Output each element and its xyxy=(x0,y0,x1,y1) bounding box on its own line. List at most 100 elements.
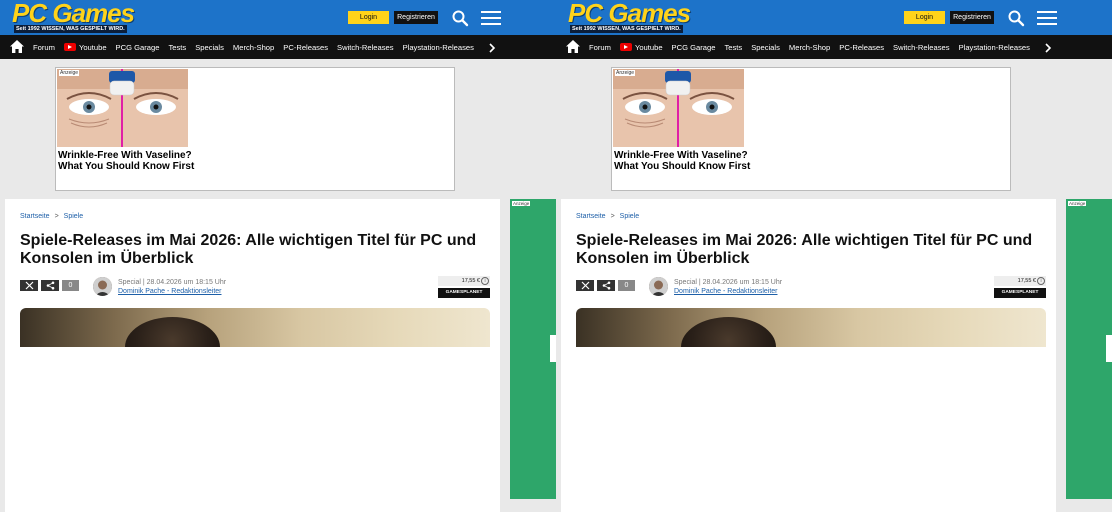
author-avatar[interactable] xyxy=(93,277,112,296)
site-header: PC Games Seit 1992 WISSEN, WAS GESPIELT … xyxy=(0,0,556,35)
ad-headline[interactable]: Wrinkle-Free With Vaseline? What You Sho… xyxy=(58,150,198,172)
main-nav: Forum Youtube PCG Garage Tests Specials … xyxy=(556,35,1112,59)
ad-image[interactable]: Anzeige xyxy=(613,69,744,147)
article-date: Special | 28.04.2026 um 18:15 Uhr xyxy=(118,279,227,286)
share-count: 0 xyxy=(62,280,79,291)
chevron-right-icon[interactable] xyxy=(488,41,496,53)
nav-items: Forum Youtube PCG Garage Tests Specials … xyxy=(589,35,1037,59)
nav-item-merch-shop[interactable]: Merch-Shop xyxy=(233,43,274,52)
hero-image[interactable] xyxy=(20,308,490,347)
share-count: 0 xyxy=(618,280,635,291)
logo-tagline: Seit 1992 WISSEN, WAS GESPIELT WIRD. xyxy=(570,25,683,33)
skyscraper-ad[interactable]: Anzeige xyxy=(510,199,556,499)
share-bar: 0 xyxy=(576,280,635,291)
price-widget[interactable]: 17,55 € i GAMESPLANET xyxy=(994,276,1046,298)
author-link[interactable]: Dominik Pache - Redaktionsleiter xyxy=(118,288,222,295)
nav-item-switch-releases[interactable]: Switch-Releases xyxy=(893,43,950,52)
register-button[interactable]: Registrieren xyxy=(950,11,994,24)
nav-item-label: Youtube xyxy=(78,42,107,52)
article-title: Spiele-Releases im Mai 2026: Alle wichti… xyxy=(576,232,1033,267)
share-bar: 0 xyxy=(20,280,79,291)
ad-slider-tab[interactable] xyxy=(1106,335,1112,362)
x-logo-icon xyxy=(581,281,589,290)
ad-label: Anzeige xyxy=(59,70,80,76)
register-button[interactable]: Registrieren xyxy=(394,11,438,24)
article-card: Startseite > Spiele Spiele-Releases im M… xyxy=(5,199,500,512)
page-panel-left: PC Games Seit 1992 WISSEN, WAS GESPIELT … xyxy=(0,0,556,512)
gamesplanet-logo[interactable]: GAMESPLANET xyxy=(994,288,1046,298)
site-logo[interactable]: PC Games Seit 1992 WISSEN, WAS GESPIELT … xyxy=(12,0,135,33)
search-icon[interactable] xyxy=(1007,9,1025,27)
nav-item-forum[interactable]: Forum xyxy=(589,43,611,52)
hero-image[interactable] xyxy=(576,308,1046,347)
share-icon xyxy=(602,281,610,290)
nav-item-youtube[interactable]: Youtube xyxy=(619,42,663,52)
x-logo-icon xyxy=(25,281,33,290)
ad-banner[interactable]: Anzeige Wrinkle-Free With Vaseline? What… xyxy=(55,67,455,191)
x-share-button[interactable] xyxy=(576,280,594,291)
hero-figure xyxy=(681,317,776,347)
nav-item-pcg-garage[interactable]: PCG Garage xyxy=(672,43,716,52)
ad-image[interactable]: Anzeige xyxy=(57,69,188,147)
breadcrumb-separator: > xyxy=(610,213,615,220)
breadcrumb-spiele[interactable]: Spiele xyxy=(64,213,83,220)
article-date: Special | 28.04.2026 um 18:15 Uhr xyxy=(674,279,783,286)
main-nav: Forum Youtube PCG Garage Tests Specials … xyxy=(0,35,556,59)
nav-item-tests[interactable]: Tests xyxy=(168,43,186,52)
nav-item-pc-releases[interactable]: PC-Releases xyxy=(839,43,884,52)
author-link[interactable]: Dominik Pache - Redaktionsleiter xyxy=(674,288,778,295)
breadcrumb-home[interactable]: Startseite xyxy=(20,213,50,220)
nav-item-pc-releases[interactable]: PC-Releases xyxy=(283,43,328,52)
youtube-icon xyxy=(63,43,76,51)
article-card: Startseite > Spiele Spiele-Releases im M… xyxy=(561,199,1056,512)
nav-item-forum[interactable]: Forum xyxy=(33,43,55,52)
page-panel-right: PC Games Seit 1992 WISSEN, WAS GESPIELT … xyxy=(556,0,1112,512)
breadcrumb: Startseite > Spiele xyxy=(20,213,83,220)
logo-tagline: Seit 1992 WISSEN, WAS GESPIELT WIRD. xyxy=(14,25,127,33)
nav-item-youtube[interactable]: Youtube xyxy=(63,42,107,52)
nav-item-pcg-garage[interactable]: PCG Garage xyxy=(116,43,160,52)
home-icon[interactable] xyxy=(10,40,24,53)
nav-item-playstation-releases[interactable]: Playstation-Releases xyxy=(959,43,1030,52)
x-share-button[interactable] xyxy=(20,280,38,291)
nav-item-merch-shop[interactable]: Merch-Shop xyxy=(789,43,830,52)
site-header: PC Games Seit 1992 WISSEN, WAS GESPIELT … xyxy=(556,0,1112,35)
article-meta: Special | 28.04.2026 um 18:15 Uhr Domini… xyxy=(674,278,782,296)
price-widget[interactable]: 17,55 € i GAMESPLANET xyxy=(438,276,490,298)
breadcrumb-home[interactable]: Startseite xyxy=(576,213,606,220)
breadcrumb: Startseite > Spiele xyxy=(576,213,639,220)
chevron-right-icon[interactable] xyxy=(1044,41,1052,53)
nav-item-label: Youtube xyxy=(634,42,663,52)
skyscraper-ad[interactable]: Anzeige xyxy=(1066,199,1112,499)
site-logo[interactable]: PC Games Seit 1992 WISSEN, WAS GESPIELT … xyxy=(568,0,691,33)
search-icon[interactable] xyxy=(451,9,469,27)
share-button[interactable] xyxy=(597,280,615,291)
breadcrumb-separator: > xyxy=(54,213,59,220)
info-icon[interactable]: i xyxy=(481,277,489,285)
author-avatar[interactable] xyxy=(649,277,668,296)
breadcrumb-spiele[interactable]: Spiele xyxy=(620,213,639,220)
nav-items: Forum Youtube PCG Garage Tests Specials … xyxy=(33,35,481,59)
nav-item-switch-releases[interactable]: Switch-Releases xyxy=(337,43,394,52)
ad-label: Anzeige xyxy=(1068,201,1087,206)
hero-figure xyxy=(125,317,220,347)
home-icon[interactable] xyxy=(566,40,580,53)
ad-label: Anzeige xyxy=(615,70,636,76)
login-button[interactable]: Login xyxy=(348,11,389,24)
nav-item-tests[interactable]: Tests xyxy=(724,43,742,52)
article-title: Spiele-Releases im Mai 2026: Alle wichti… xyxy=(20,232,477,267)
ad-label: Anzeige xyxy=(512,201,531,206)
nav-item-specials[interactable]: Specials xyxy=(751,43,780,52)
youtube-icon xyxy=(619,43,632,51)
info-icon[interactable]: i xyxy=(1037,277,1045,285)
ad-headline[interactable]: Wrinkle-Free With Vaseline? What You Sho… xyxy=(614,150,754,172)
nav-item-playstation-releases[interactable]: Playstation-Releases xyxy=(403,43,474,52)
share-button[interactable] xyxy=(41,280,59,291)
hamburger-menu-icon[interactable] xyxy=(480,9,502,27)
nav-item-specials[interactable]: Specials xyxy=(195,43,224,52)
gamesplanet-logo[interactable]: GAMESPLANET xyxy=(438,288,490,298)
hamburger-menu-icon[interactable] xyxy=(1036,9,1058,27)
login-button[interactable]: Login xyxy=(904,11,945,24)
ad-banner[interactable]: Anzeige Wrinkle-Free With Vaseline? What… xyxy=(611,67,1011,191)
article-meta: Special | 28.04.2026 um 18:15 Uhr Domini… xyxy=(118,278,226,296)
